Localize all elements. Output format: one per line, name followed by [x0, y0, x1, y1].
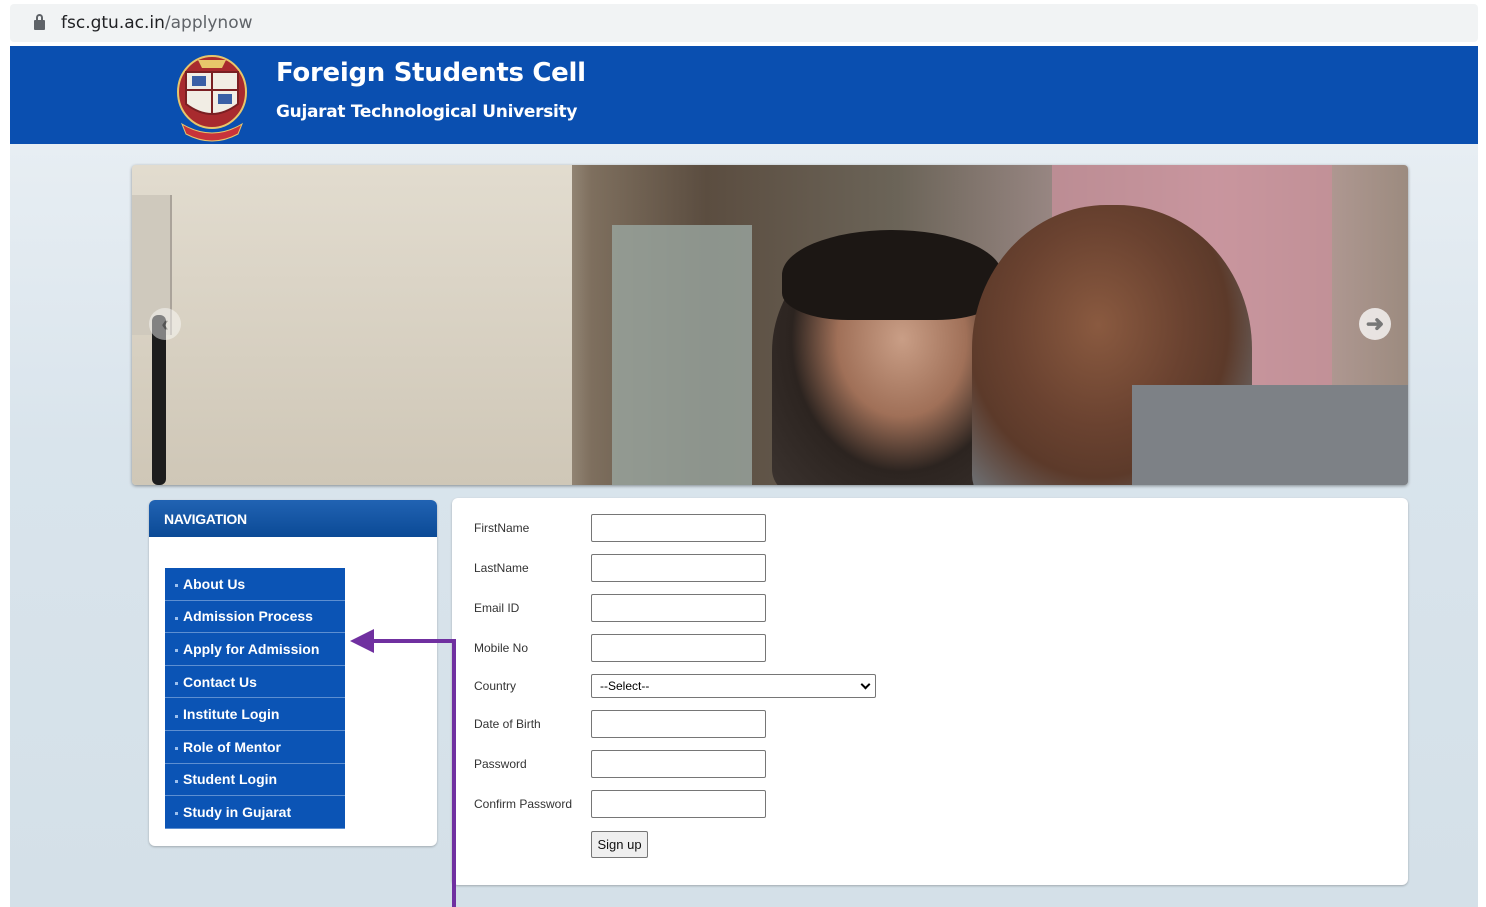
bullet-icon — [175, 747, 178, 751]
navigation-title: NAVIGATION — [149, 500, 437, 537]
nav-item-label: Admission Process — [183, 608, 313, 625]
confirm-password-field[interactable] — [591, 790, 766, 818]
nav-item-label: Role of Mentor — [183, 738, 281, 755]
nav-item-label: Institute Login — [183, 706, 280, 723]
page-frame: Foreign Students Cell Gujarat Technologi… — [10, 46, 1478, 907]
country-select[interactable]: --Select-- — [591, 674, 876, 698]
url-path: /applynow — [164, 13, 253, 33]
form-row-mobile: Mobile No — [474, 634, 766, 662]
form-row-firstname: FirstName — [474, 514, 766, 542]
country-label: Country — [474, 679, 517, 693]
arrow-left-icon[interactable]: ‹ — [149, 308, 181, 340]
form-row-dob: Date of Birth — [474, 710, 766, 738]
annotation-arrow-head-icon — [350, 629, 374, 653]
bullet-icon — [175, 714, 178, 718]
form-row-lastname: LastName — [474, 554, 766, 582]
university-logo — [177, 55, 247, 142]
nav-item-label: Contact Us — [183, 673, 257, 690]
form-row-email: Email ID — [474, 594, 766, 622]
dob-label: Date of Birth — [474, 717, 541, 731]
bullet-icon — [175, 616, 178, 620]
nav-item-institute-login[interactable]: Institute Login — [165, 698, 345, 731]
lock-icon — [34, 14, 45, 30]
url-host: fsc.gtu.ac.in — [61, 13, 165, 33]
navigation-panel: NAVIGATION About Us Admission Process Ap… — [149, 500, 437, 846]
nav-item-student-login[interactable]: Student Login — [165, 763, 345, 797]
country-selected-value: --Select-- — [600, 679, 650, 693]
nav-item-label: Student Login — [183, 771, 278, 788]
signup-button[interactable]: Sign up — [591, 831, 648, 858]
bullet-icon — [175, 812, 178, 816]
form-row-password: Password — [474, 750, 766, 778]
site-header: Foreign Students Cell Gujarat Technologi… — [10, 46, 1478, 144]
annotation-arrow-shaft — [368, 639, 456, 643]
navigation-list: About Us Admission Process Apply for Adm… — [165, 568, 345, 829]
lastname-label: LastName — [474, 561, 529, 575]
lastname-field[interactable] — [591, 554, 766, 582]
email-field[interactable] — [591, 594, 766, 622]
arrow-right-icon[interactable]: ➜ — [1359, 308, 1391, 340]
nav-item-role-of-mentor[interactable]: Role of Mentor — [165, 730, 345, 764]
nav-item-label: Apply for Admission — [183, 640, 320, 657]
nav-item-contact-us[interactable]: Contact Us — [165, 665, 345, 699]
chevron-down-icon — [860, 679, 871, 689]
nav-item-label: Study in Gujarat — [183, 803, 292, 820]
site-subtitle: Gujarat Technological University — [276, 102, 578, 122]
site-title: Foreign Students Cell — [276, 58, 586, 88]
address-bar[interactable]: fsc.gtu.ac.in/applynow — [10, 4, 1478, 42]
dob-field[interactable] — [591, 710, 766, 738]
mobile-label: Mobile No — [474, 641, 529, 655]
nav-item-study-in-gujarat[interactable]: Study in Gujarat — [165, 796, 345, 829]
form-row-country: Country --Select-- — [474, 674, 876, 698]
banner-cable — [152, 315, 166, 485]
bullet-icon — [175, 649, 178, 653]
nav-item-apply-for-admission[interactable]: Apply for Admission — [165, 633, 345, 666]
hero-carousel: ‹ ➜ — [132, 165, 1408, 485]
firstname-field[interactable] — [591, 514, 766, 542]
bullet-icon — [175, 584, 178, 588]
confirm-password-label: Confirm Password — [474, 797, 573, 811]
bullet-icon — [175, 779, 178, 783]
nav-item-admission-process[interactable]: Admission Process — [165, 600, 345, 634]
password-label: Password — [474, 757, 527, 771]
nav-item-about-us[interactable]: About Us — [165, 568, 345, 601]
banner-student-1-hair — [782, 230, 1002, 320]
annotation-arrow-line — [452, 639, 456, 907]
email-label: Email ID — [474, 601, 520, 615]
form-row-confirm-password: Confirm Password — [474, 790, 766, 818]
banner-shirt — [1132, 385, 1408, 485]
password-field[interactable] — [591, 750, 766, 778]
firstname-label: FirstName — [474, 521, 530, 535]
signup-form: FirstName LastName Email ID Mobile No Co… — [452, 498, 1408, 885]
nav-item-label: About Us — [183, 575, 246, 592]
banner-wall — [132, 165, 572, 485]
banner-window — [612, 225, 752, 485]
bullet-icon — [175, 682, 178, 686]
mobile-field[interactable] — [591, 634, 766, 662]
